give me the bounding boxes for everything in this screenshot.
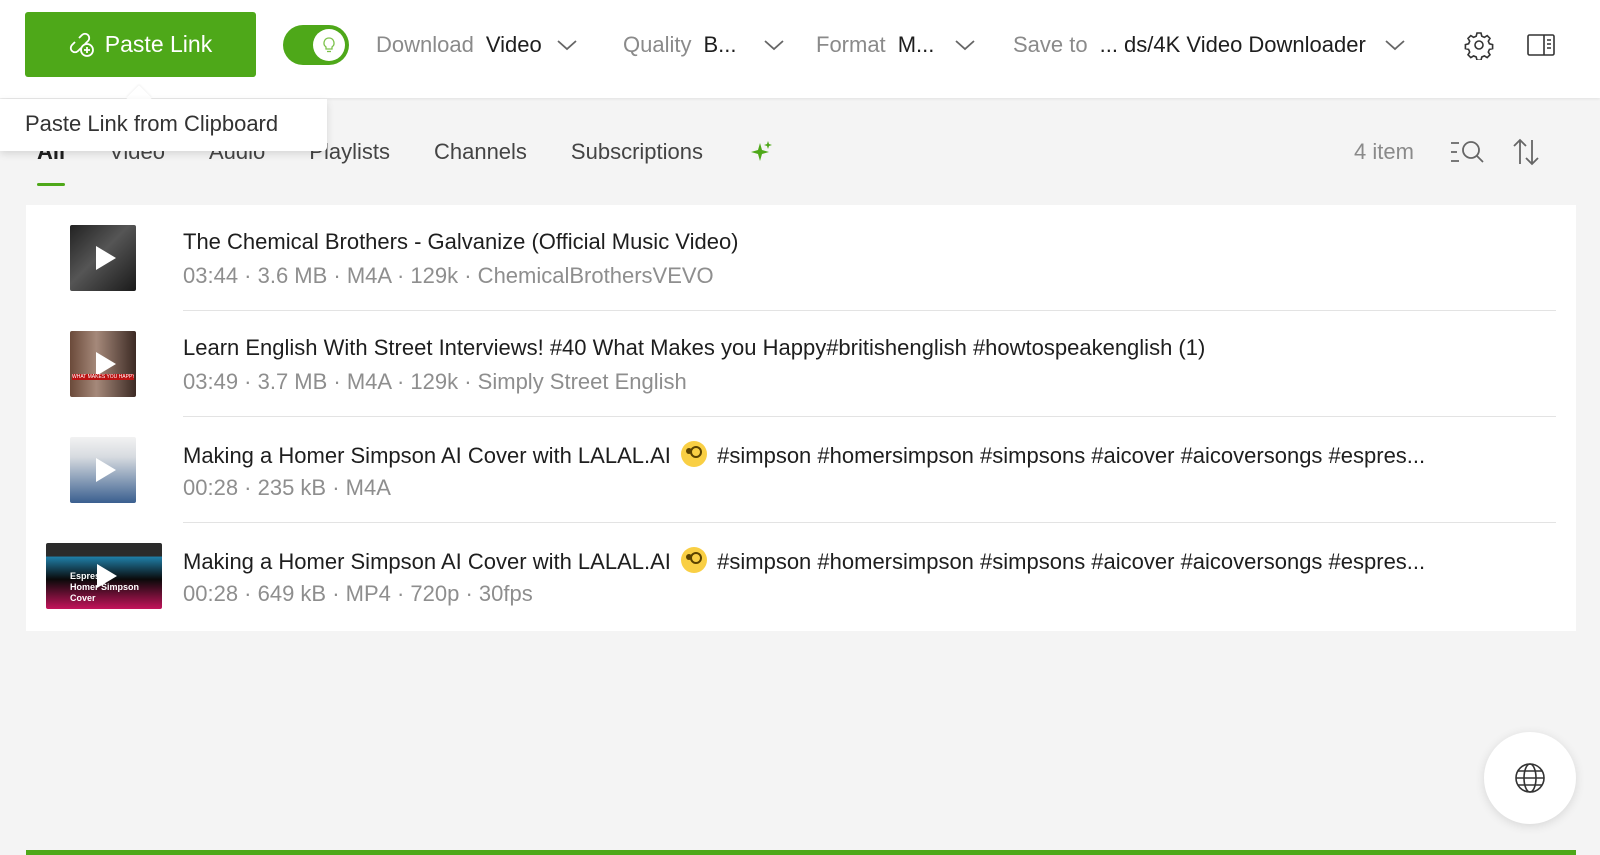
sparkle-icon <box>751 141 772 161</box>
thumbnail <box>70 225 136 291</box>
item-title: Making a Homer Simpson AI Cover with LAL… <box>183 547 1425 575</box>
tab-subscriptions[interactable]: Subscriptions <box>571 130 703 186</box>
item-title-hashtags: #simpson #homersimpson #simpsons #aicove… <box>717 549 1426 574</box>
chevron-down-icon <box>763 40 784 51</box>
play-icon <box>96 352 116 376</box>
download-value: Video <box>485 32 542 57</box>
paste-link-button[interactable]: Paste Link <box>25 12 256 77</box>
search-list-icon[interactable] <box>1449 136 1485 168</box>
lightbulb-icon <box>323 37 335 53</box>
language-button[interactable] <box>1484 732 1576 824</box>
toolbar: Paste Link Download Video Quality B... F… <box>0 0 1600 98</box>
thumbnail <box>70 437 136 503</box>
sidebar-panel-icon <box>1527 34 1555 56</box>
item-meta: 03:44 · 3.6 MB · M4A · 129k · ChemicalBr… <box>183 263 714 288</box>
item-meta: 00:28 · 235 kB · M4A <box>183 475 391 500</box>
quality-value: B... <box>703 32 737 57</box>
list-item[interactable]: Espresso Homer Simpson Cover Making a Ho… <box>26 523 1576 629</box>
format-dropdown[interactable]: Format M... <box>816 27 976 63</box>
play-icon <box>96 246 116 270</box>
paste-link-tooltip: Paste Link from Clipboard <box>0 99 327 151</box>
thumbnail-caption: Espresso Homer Simpson Cover <box>70 571 140 603</box>
download-type-dropdown[interactable]: Download Video <box>376 27 578 63</box>
item-meta: 03:49 · 3.7 MB · M4A · 129k · Simply Str… <box>183 369 687 394</box>
thumbnail-caption: WHAT MAKES YOU HAPPY <box>72 374 134 380</box>
quality-label: Quality <box>623 32 692 57</box>
item-meta: 00:28 · 649 kB · MP4 · 720p · 30fps <box>183 581 533 606</box>
item-title: Making a Homer Simpson AI Cover with LAL… <box>183 441 1425 469</box>
list-item[interactable]: The Chemical Brothers - Galvanize (Offic… <box>26 205 1576 311</box>
tab-channels[interactable]: Channels <box>434 130 527 186</box>
list-item[interactable]: Making a Homer Simpson AI Cover with LAL… <box>26 417 1576 523</box>
download-list: The Chemical Brothers - Galvanize (Offic… <box>26 205 1576 631</box>
item-count: 4 item <box>1354 139 1414 164</box>
sort-icon[interactable] <box>1512 136 1540 168</box>
gear-icon <box>1464 32 1494 60</box>
save-to-dropdown[interactable]: Save to ... ds/4K Video Downloader <box>1013 27 1406 63</box>
toggle-knob <box>313 29 345 61</box>
format-value: M... <box>897 32 935 57</box>
download-label: Download <box>376 32 474 57</box>
chevron-down-icon <box>557 40 577 51</box>
save-to-label: Save to <box>1013 32 1088 57</box>
thinking-face-emoji-icon <box>681 547 708 573</box>
paste-link-label: Paste Link <box>104 31 213 57</box>
quality-dropdown[interactable]: Quality B... <box>623 27 785 63</box>
item-title: The Chemical Brothers - Galvanize (Offic… <box>183 229 739 254</box>
chevron-down-icon <box>955 40 975 51</box>
play-icon <box>96 458 116 482</box>
progress-bar <box>26 850 1576 855</box>
paste-link-icon <box>69 32 94 57</box>
thinking-face-emoji-icon <box>681 441 708 467</box>
globe-icon <box>1515 763 1545 793</box>
save-to-value: ... ds/4K Video Downloader <box>1099 32 1366 57</box>
settings-button[interactable] <box>1462 28 1496 62</box>
format-label: Format <box>816 32 886 57</box>
item-title-text: Making a Homer Simpson AI Cover with LAL… <box>183 549 671 574</box>
item-title-text: Making a Homer Simpson AI Cover with LAL… <box>183 443 671 468</box>
item-title-hashtags: #simpson #homersimpson #simpsons #aicove… <box>717 443 1426 468</box>
sidebar-panel-button[interactable] <box>1524 28 1558 62</box>
smart-mode-toggle[interactable] <box>283 25 349 65</box>
list-item[interactable]: WHAT MAKES YOU HAPPY Learn English With … <box>26 311 1576 417</box>
thumbnail: WHAT MAKES YOU HAPPY <box>70 331 136 397</box>
thumbnail: Espresso Homer Simpson Cover <box>46 543 162 609</box>
item-title: Learn English With Street Interviews! #4… <box>183 335 1206 360</box>
chevron-down-icon <box>1385 40 1405 51</box>
